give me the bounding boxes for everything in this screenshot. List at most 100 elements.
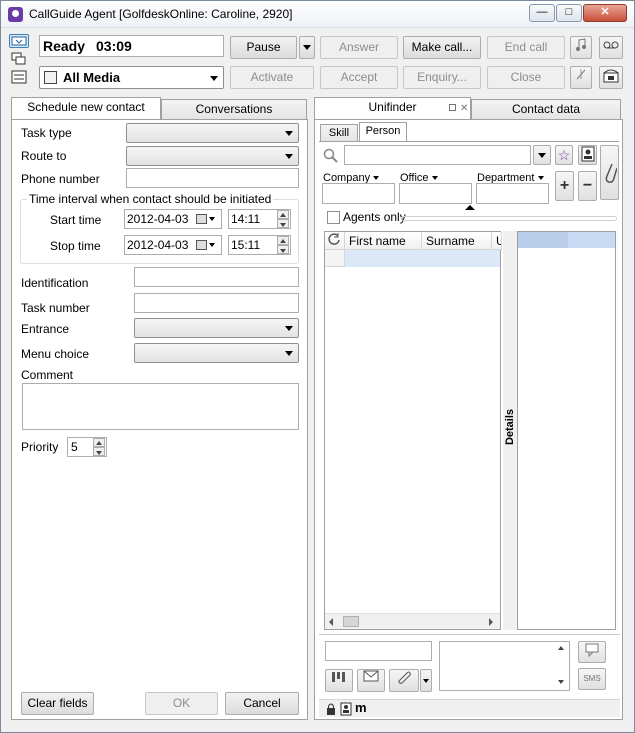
copy-window-icon[interactable]: [11, 52, 27, 66]
stop-date-input[interactable]: 2012-04-03: [124, 235, 222, 255]
email-icon[interactable]: [357, 669, 385, 692]
route-to-label: Route to: [21, 149, 67, 163]
cancel-button[interactable]: Cancel: [225, 692, 299, 715]
call-icon[interactable]: [389, 669, 419, 692]
collapse-up-icon[interactable]: [465, 205, 475, 210]
chevron-down-icon: [209, 243, 215, 247]
enquiry-button[interactable]: Enquiry...: [403, 66, 481, 89]
task-type-select[interactable]: [126, 123, 299, 143]
table-row[interactable]: [345, 250, 500, 267]
task-number-input[interactable]: [134, 293, 299, 313]
clear-fields-button[interactable]: Clear fields: [21, 692, 94, 715]
remove-filter-button[interactable]: −: [578, 171, 597, 201]
horizontal-scrollbar[interactable]: [325, 613, 500, 629]
scroll-left-icon[interactable]: [329, 618, 333, 626]
media-icon: [44, 71, 57, 84]
entrance-select[interactable]: [134, 318, 299, 338]
pause-dropdown-button[interactable]: [299, 36, 315, 59]
music-note-icon[interactable]: [570, 36, 592, 59]
mute-icon[interactable]: [570, 66, 592, 89]
message-scroll-down-icon[interactable]: [556, 677, 568, 687]
row-header: [325, 250, 345, 267]
stop-time-label: Stop time: [50, 239, 101, 253]
agents-only-label: Agents only: [343, 210, 406, 224]
stop-clock-down-icon[interactable]: [277, 245, 289, 254]
lock-icon: [325, 702, 337, 719]
voicemail-icon[interactable]: [599, 36, 623, 59]
company-input[interactable]: [322, 183, 395, 204]
add-filter-button[interactable]: +: [555, 171, 574, 201]
calendar-icon[interactable]: [196, 214, 207, 224]
ok-button[interactable]: OK: [145, 692, 218, 715]
details-label: Details: [504, 408, 516, 446]
subtab-person[interactable]: Person: [359, 122, 407, 142]
sms-button[interactable]: SMS: [578, 668, 606, 690]
message-textarea[interactable]: [439, 641, 570, 691]
priority-input[interactable]: 5: [67, 437, 107, 457]
agents-only-slider[interactable]: [401, 216, 617, 221]
priority-up-icon[interactable]: [93, 438, 105, 447]
dial-pad-icon[interactable]: [325, 669, 353, 692]
priority-label: Priority: [21, 440, 59, 454]
tab-unifinder[interactable]: Unifinder ✕: [314, 97, 471, 120]
close-pane-icon[interactable]: ✕: [460, 99, 468, 118]
call-dropdown-button[interactable]: [420, 669, 432, 692]
phone-icon[interactable]: [599, 66, 623, 89]
subtab-skill[interactable]: Skill: [320, 124, 358, 142]
favorite-star-icon[interactable]: ☆: [555, 145, 573, 165]
status-strip: m: [319, 699, 620, 717]
paperclip-icon[interactable]: [600, 145, 619, 200]
department-input[interactable]: [476, 183, 549, 204]
details-pane: [517, 231, 616, 630]
route-to-select[interactable]: [126, 146, 299, 166]
search-input[interactable]: [344, 145, 531, 165]
media-select[interactable]: All Media: [39, 66, 224, 89]
column-first-name[interactable]: First name: [345, 232, 422, 250]
menu-choice-select[interactable]: [134, 343, 299, 363]
comment-textarea[interactable]: [22, 383, 299, 430]
quick-input[interactable]: [325, 641, 432, 661]
refresh-icon[interactable]: [325, 232, 345, 250]
close-window-button[interactable]: ✕: [583, 4, 627, 22]
tab-contact-data[interactable]: Contact data: [471, 99, 621, 120]
message-scroll-up-icon[interactable]: [556, 644, 568, 654]
office-input[interactable]: [399, 183, 472, 204]
identification-input[interactable]: [134, 267, 299, 287]
restore-pane-icon[interactable]: [449, 104, 456, 111]
tab-conversations[interactable]: Conversations: [161, 99, 307, 120]
contact-view-icon[interactable]: [9, 34, 29, 48]
contact-card-icon: [340, 702, 352, 719]
stop-clock-input[interactable]: 15:11: [228, 235, 291, 255]
list-window-icon[interactable]: [11, 70, 27, 84]
column-surname[interactable]: Surname: [422, 232, 492, 250]
chat-icon[interactable]: [578, 641, 606, 663]
window-title: CallGuide Agent [GolfdeskOnline: Carolin…: [29, 7, 293, 21]
start-date-input[interactable]: 2012-04-03: [124, 209, 222, 229]
answer-button[interactable]: Answer: [320, 36, 398, 59]
agents-only-checkbox[interactable]: [327, 211, 340, 224]
calendar-icon[interactable]: [196, 240, 207, 250]
phone-number-input[interactable]: [126, 168, 299, 188]
stop-clock-up-icon[interactable]: [277, 236, 289, 245]
scroll-thumb[interactable]: [343, 616, 359, 627]
pause-button[interactable]: Pause: [230, 36, 297, 59]
scroll-right-icon[interactable]: [489, 618, 493, 626]
contact-card-icon[interactable]: [578, 145, 597, 165]
end-call-button[interactable]: End call: [487, 36, 565, 59]
make-call-button[interactable]: Make call...: [403, 36, 481, 59]
maximize-button[interactable]: □: [556, 4, 582, 22]
tab-schedule-new-contact[interactable]: Schedule new contact: [11, 97, 161, 120]
main-window: CallGuide Agent [GolfdeskOnline: Carolin…: [0, 0, 635, 733]
close-contact-button[interactable]: Close: [487, 66, 565, 89]
start-clock-up-icon[interactable]: [277, 210, 289, 219]
start-clock-input[interactable]: 14:11: [228, 209, 291, 229]
minimize-button[interactable]: —: [529, 4, 555, 22]
search-dropdown-button[interactable]: [533, 145, 551, 165]
start-clock-down-icon[interactable]: [277, 219, 289, 228]
accept-button[interactable]: Accept: [320, 66, 398, 89]
details-splitter[interactable]: Details: [503, 231, 517, 630]
column-u[interactable]: U: [492, 232, 502, 250]
priority-down-icon[interactable]: [93, 447, 105, 456]
status-display: Ready 03:09: [39, 35, 224, 57]
activate-button[interactable]: Activate: [230, 66, 314, 89]
